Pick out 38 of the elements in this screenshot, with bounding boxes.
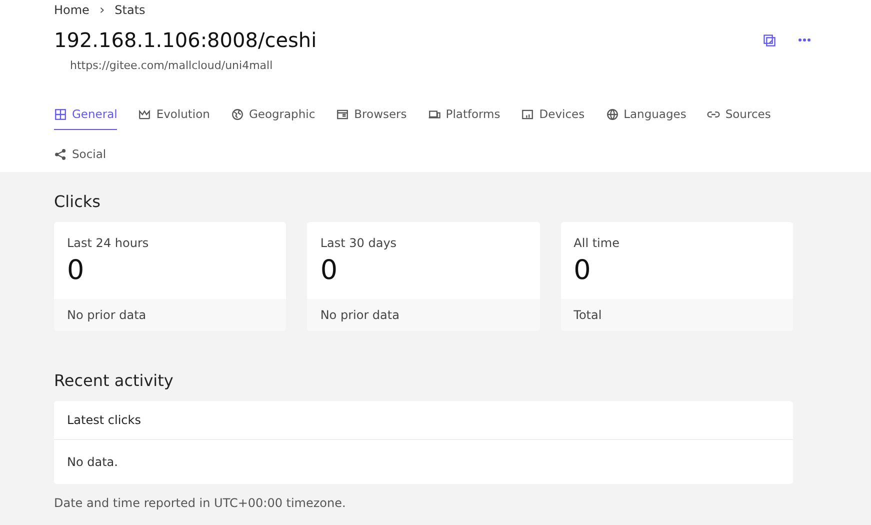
- tab[interactable]: Platforms: [428, 99, 500, 130]
- page-title: 192.168.1.106:8008/ceshi: [54, 27, 317, 53]
- share-icon: [54, 148, 67, 160]
- url-link[interactable]: https://gitee.com/mallcloud/uni4mall: [70, 59, 817, 72]
- panel-title: Latest clicks: [67, 413, 141, 427]
- section-heading: Clicks: [54, 192, 102, 211]
- breadcrumb-separator: ›: [99, 2, 105, 18]
- stat-footnote: Total: [574, 308, 602, 322]
- dots-icon: [798, 38, 811, 42]
- tab[interactable]: General: [54, 99, 118, 130]
- devices-icon: [428, 108, 441, 120]
- stat-value: 0: [67, 255, 86, 287]
- tab[interactable]: Sources: [707, 99, 771, 130]
- stat-label: All time: [574, 236, 620, 250]
- window-icon: [336, 108, 350, 120]
- empty-message: No data.: [67, 455, 118, 469]
- stat-footnote: No prior data: [320, 308, 400, 322]
- timezone-note: Date and time reported in UTC+00:00 timezone.: [54, 496, 347, 510]
- tab[interactable]: Languages: [606, 99, 686, 130]
- stat-value: 0: [320, 255, 339, 287]
- globe-icon: [230, 108, 244, 120]
- tab[interactable]: Devices: [521, 99, 585, 130]
- stat-footnote: No prior data: [67, 308, 146, 322]
- stat-label: Last 30 days: [320, 236, 398, 250]
- stat-value: 0: [574, 255, 592, 287]
- chart-icon: [138, 108, 152, 120]
- tab[interactable]: Social: [54, 139, 106, 170]
- tab[interactable]: Evolution: [138, 99, 210, 130]
- grid-icon: [54, 108, 67, 120]
- tab[interactable]: Browsers: [336, 99, 407, 130]
- breadcrumb-link[interactable]: Home: [54, 3, 90, 17]
- copy-button[interactable]: [761, 32, 778, 48]
- tab[interactable]: Geographic: [230, 99, 316, 130]
- section-heading: Recent activity: [54, 371, 174, 390]
- breadcrumb-link[interactable]: Stats: [114, 3, 146, 17]
- stat-label: Last 24 hours: [67, 236, 150, 250]
- device-icon: [521, 108, 534, 120]
- globe-icon: [606, 108, 619, 120]
